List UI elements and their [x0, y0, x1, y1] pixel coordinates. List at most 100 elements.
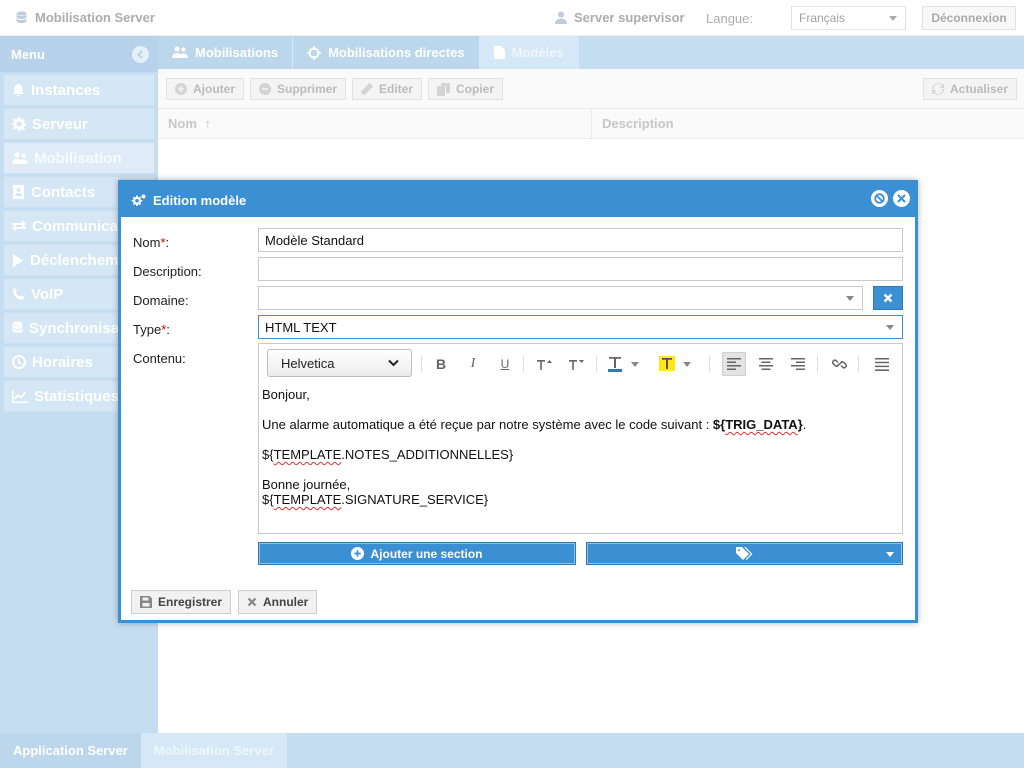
superscript-icon	[537, 358, 553, 370]
editor-text: .NOTES_ADDITIONNELLES}	[341, 447, 514, 462]
tab-label: Modèles	[511, 45, 564, 60]
name-input[interactable]: Modèle Standard	[258, 228, 903, 252]
clear-domain-button[interactable]	[873, 286, 903, 310]
sidebar-item-mobilisation[interactable]: Mobilisation	[3, 142, 155, 174]
caret-down-icon	[889, 16, 897, 21]
superscript-button[interactable]	[534, 353, 556, 375]
refresh-icon	[932, 83, 944, 95]
add-section-label: Ajouter une section	[370, 546, 483, 561]
bold-icon: B	[435, 356, 447, 372]
toolbar-separator	[817, 356, 818, 372]
logout-button[interactable]: Déconnexion	[922, 6, 1016, 30]
align-center-icon	[759, 358, 773, 370]
rich-text-editor[interactable]: Helvetica B I U Bonjour, Une alarme auto…	[258, 343, 903, 534]
dialog-header: Edition modèle	[121, 183, 915, 217]
editor-content[interactable]: Bonjour, Une alarme automatique a été re…	[262, 387, 806, 507]
save-button[interactable]: Enregistrer	[131, 590, 232, 614]
align-justify-icon	[875, 357, 889, 371]
cancel-button-label: Annuler	[263, 595, 309, 609]
highlight-icon	[659, 356, 693, 372]
domain-label: Domaine:	[133, 293, 189, 308]
app-title: Mobilisation Server	[16, 10, 155, 25]
underline-icon: U	[500, 357, 510, 371]
refresh-button[interactable]: Actualiser	[923, 78, 1018, 100]
editor-line-notes: ${TEMPLATE.NOTES_ADDITIONNELLES}	[262, 447, 806, 462]
underline-button[interactable]: U	[494, 353, 516, 375]
add-button[interactable]: Ajouter	[166, 78, 244, 100]
collapse-sidebar-button[interactable]	[132, 46, 149, 63]
link-icon	[831, 358, 847, 370]
bold-button[interactable]: B	[430, 353, 452, 375]
edit-template-dialog: Edition modèle Nom*: Modèle Standard Des…	[118, 180, 918, 623]
tab-mobilisations-directes[interactable]: Mobilisations directes	[293, 36, 480, 69]
editor-toolbar: Helvetica B I U	[259, 344, 902, 384]
editor-line-greeting: Bonjour,	[262, 387, 310, 402]
justify-button[interactable]	[871, 353, 893, 375]
delete-button[interactable]: Supprimer	[250, 78, 347, 100]
footer-tab-application-server[interactable]: Application Server	[0, 733, 141, 768]
close-icon	[897, 194, 906, 203]
content-label: Contenu:	[133, 351, 186, 366]
grid-header: Nom ↑ Description	[158, 109, 1024, 139]
highlight-color-button[interactable]	[658, 353, 694, 375]
insert-link-button[interactable]	[828, 353, 850, 375]
name-label-text: Nom	[133, 235, 161, 250]
align-right-icon	[791, 358, 805, 370]
user-icon	[555, 11, 567, 24]
insert-tag-dropdown[interactable]	[586, 542, 903, 565]
text-color-button[interactable]	[606, 353, 642, 375]
language-select[interactable]: Français	[791, 6, 906, 30]
sidebar-header: Menu	[0, 36, 158, 72]
copy-button[interactable]: Copier	[428, 78, 504, 100]
sidebar-item-label: Instances	[31, 81, 101, 99]
subscript-icon	[569, 358, 585, 370]
ban-icon	[874, 193, 885, 204]
plus-circle-icon	[175, 83, 187, 95]
align-left-button[interactable]	[722, 352, 746, 376]
description-label: Description:	[133, 264, 202, 279]
toolbar-separator	[709, 356, 710, 372]
sort-up-icon: ↑	[204, 116, 212, 131]
close-icon	[883, 293, 893, 303]
column-header-nom[interactable]: Nom ↑	[158, 109, 591, 139]
language-label: Langue:	[706, 11, 753, 26]
footer-tab-mobilisation-server[interactable]: Mobilisation Server	[140, 733, 287, 768]
dialog-close-button[interactable]	[893, 190, 910, 207]
description-input[interactable]	[258, 257, 903, 281]
edit-button-label: Editer	[379, 82, 414, 96]
dialog-title: Edition modèle	[153, 192, 247, 208]
column-header-label: Description	[602, 116, 674, 131]
label-colon: :	[165, 235, 170, 250]
tab-modeles[interactable]: Modèles	[479, 36, 579, 69]
minus-circle-icon	[259, 83, 271, 95]
column-header-description[interactable]: Description	[591, 109, 1024, 139]
sidebar-item-serveur[interactable]: Serveur	[3, 108, 155, 140]
chart-icon	[12, 389, 28, 403]
editor-text: .SIGNATURE_SERVICE}	[341, 492, 489, 507]
dialog-minimize-button[interactable]	[871, 190, 888, 207]
crosshairs-icon	[307, 45, 322, 60]
subscript-button[interactable]	[566, 353, 588, 375]
label-colon: :	[166, 322, 170, 337]
editor-text: TEMPLATE	[273, 447, 342, 462]
align-center-button[interactable]	[755, 353, 777, 375]
add-section-button[interactable]: Ajouter une section	[258, 542, 576, 565]
type-select[interactable]: HTML TEXT	[258, 315, 903, 339]
sidebar-item-instances[interactable]: Instances	[3, 74, 155, 106]
footer-bar: Application Server Mobilisation Server	[0, 733, 1024, 768]
phone-icon	[12, 287, 25, 301]
align-right-button[interactable]	[787, 353, 809, 375]
font-family-select[interactable]: Helvetica	[267, 349, 412, 377]
tab-mobilisations[interactable]: Mobilisations	[158, 36, 294, 69]
cancel-button[interactable]: Annuler	[238, 590, 318, 614]
editor-line-alarm: Une alarme automatique a été reçue par n…	[262, 417, 806, 432]
italic-button[interactable]: I	[462, 353, 484, 375]
name-input-value: Modèle Standard	[265, 233, 365, 248]
gear-icon	[12, 117, 26, 131]
users-icon	[172, 46, 188, 59]
exchange-icon	[12, 220, 26, 232]
pencil-icon	[361, 83, 373, 95]
domain-select[interactable]	[258, 286, 863, 310]
address-book-icon	[12, 185, 25, 199]
edit-button[interactable]: Editer	[352, 78, 423, 100]
